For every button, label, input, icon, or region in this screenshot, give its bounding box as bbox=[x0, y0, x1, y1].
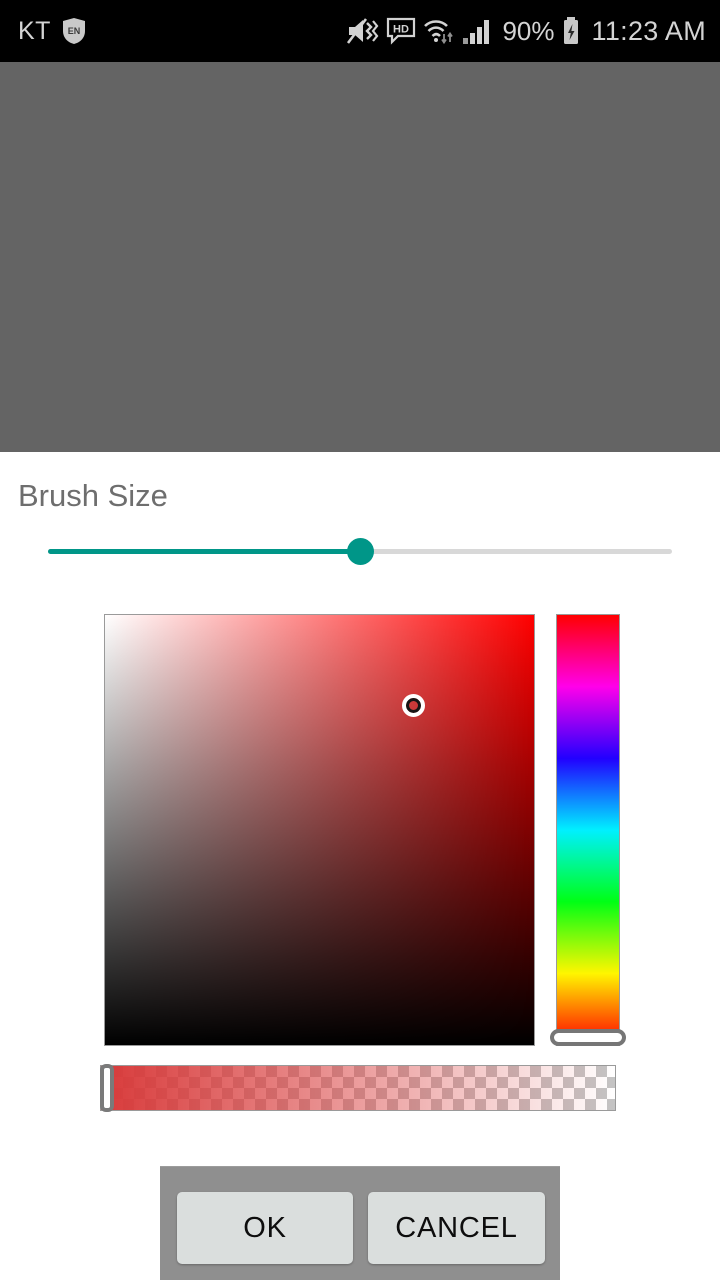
status-bar-left: KT EN bbox=[18, 17, 87, 45]
alpha-slider[interactable] bbox=[100, 1065, 616, 1111]
alpha-slider-handle[interactable] bbox=[100, 1064, 114, 1112]
hue-slider-handle[interactable] bbox=[550, 1029, 626, 1047]
dimmed-canvas-backdrop[interactable] bbox=[0, 62, 720, 452]
battery-percent-label: 90% bbox=[502, 16, 555, 46]
phone-screen: KT EN HD 90% 11:23 AM Brush Size OK CANC… bbox=[0, 0, 720, 1280]
svg-text:HD: HD bbox=[394, 24, 410, 36]
saturation-value-square[interactable] bbox=[104, 614, 535, 1046]
ok-button[interactable]: OK bbox=[177, 1192, 353, 1264]
carrier-label: KT bbox=[18, 16, 51, 45]
svg-text:EN: EN bbox=[68, 26, 81, 36]
sv-value-gradient-layer bbox=[105, 615, 534, 1045]
alpha-gradient-layer bbox=[101, 1066, 615, 1110]
dialog-title: Brush Size bbox=[18, 478, 168, 513]
clock-label: 11:23 AM bbox=[591, 15, 706, 46]
wifi-icon bbox=[423, 17, 455, 45]
status-bar: KT EN HD 90% 11:23 AM bbox=[0, 0, 720, 62]
signal-bars-icon bbox=[462, 17, 492, 45]
cancel-button[interactable]: CANCEL bbox=[368, 1192, 545, 1264]
mute-vibrate-icon bbox=[346, 16, 379, 46]
hue-slider[interactable] bbox=[556, 614, 620, 1046]
brush-size-slider[interactable] bbox=[48, 538, 672, 566]
status-bar-right: HD 90% 11:23 AM bbox=[346, 16, 706, 46]
brush-slider-fill bbox=[48, 549, 360, 554]
hd-call-icon: HD bbox=[386, 17, 416, 45]
dialog-button-bar: OK CANCEL bbox=[160, 1166, 560, 1280]
brush-slider-thumb[interactable] bbox=[347, 538, 374, 565]
battery-charging-icon bbox=[562, 16, 580, 46]
shield-en-icon: EN bbox=[61, 17, 87, 45]
